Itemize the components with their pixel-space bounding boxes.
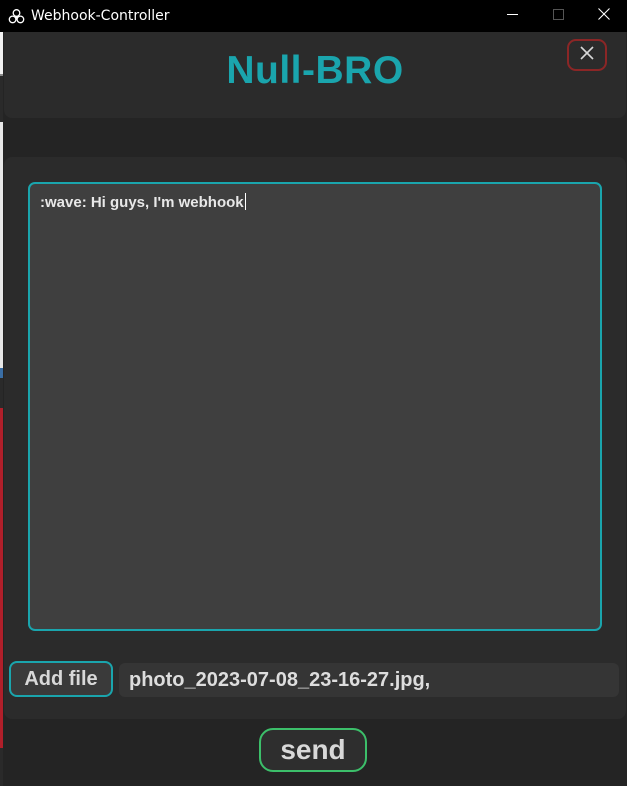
header-panel: Null-BRO	[4, 32, 626, 118]
window-title: Webhook-Controller	[31, 8, 170, 24]
app-title: Null-BRO	[226, 49, 404, 92]
attached-files-field[interactable]: photo_2023-07-08_23-16-27.jpg,	[119, 663, 619, 697]
app-window: Webhook-Controller Null-BRO:wave: Hi gu…	[0, 0, 627, 786]
maximize-icon	[552, 7, 564, 25]
text-caret	[244, 193, 246, 210]
message-text: :wave: Hi guys, I'm webhook	[40, 194, 244, 211]
maximize-button[interactable]	[535, 0, 581, 32]
message-textarea[interactable]: :wave: Hi guys, I'm webhook	[28, 182, 602, 631]
close-icon	[580, 45, 594, 65]
close-icon	[598, 7, 610, 25]
main-panel: :wave: Hi guys, I'm webhook Add file pho…	[4, 157, 626, 719]
close-button[interactable]	[567, 39, 607, 71]
minimize-icon	[506, 7, 518, 25]
window-close-button[interactable]	[581, 0, 627, 32]
minimize-button[interactable]	[489, 0, 535, 32]
title-bar[interactable]: Webhook-Controller	[0, 0, 627, 32]
attached-files-text: photo_2023-07-08_23-16-27.jpg,	[129, 668, 431, 691]
add-file-button[interactable]: Add file	[9, 661, 113, 697]
send-button[interactable]: send	[259, 728, 367, 772]
background-window-edge	[0, 32, 3, 786]
window-controls	[489, 0, 627, 32]
biohazard-icon	[7, 7, 25, 25]
